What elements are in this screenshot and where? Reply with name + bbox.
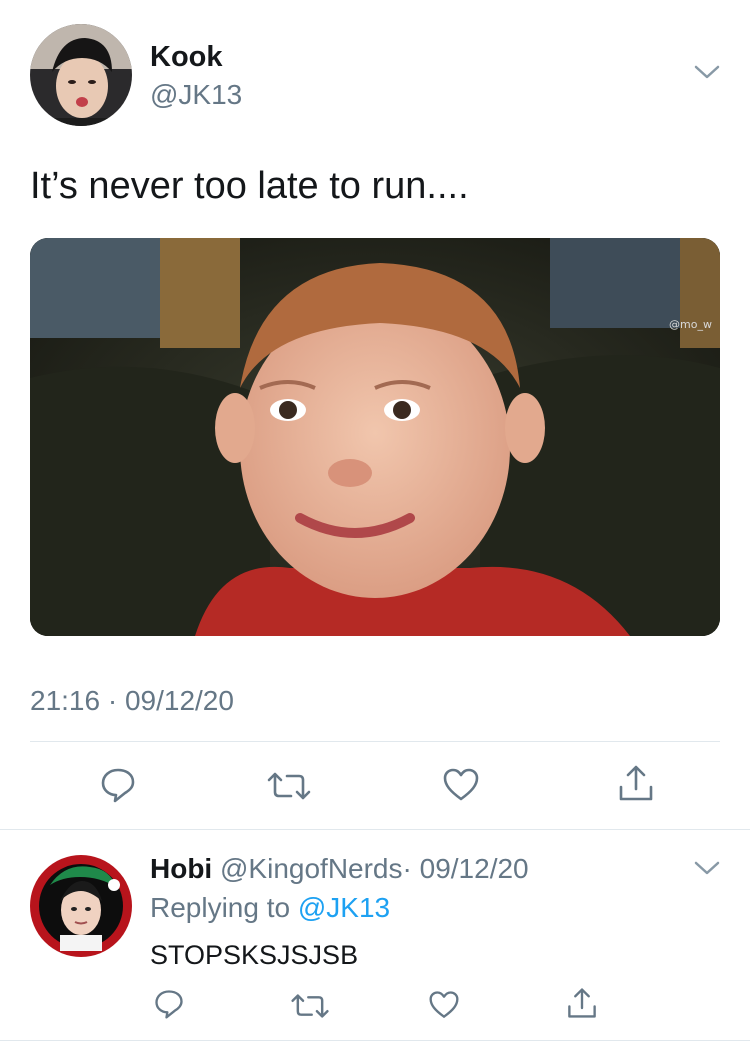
chevron-down-icon[interactable] — [694, 64, 720, 80]
heart-icon[interactable] — [442, 767, 480, 803]
reply-author-name[interactable]: Hobi — [150, 853, 212, 884]
divider — [30, 741, 720, 742]
reply-icon[interactable] — [99, 767, 137, 803]
reply-header: Hobi @KingofNerds· 09/12/20 — [150, 852, 529, 886]
section-divider — [0, 829, 750, 830]
reply-text: STOPSKSJSJSB — [150, 940, 359, 970]
replying-to: Replying to @JK13 — [150, 891, 390, 925]
image-watermark: @mo_w — [669, 318, 712, 331]
author-avatar[interactable] — [30, 24, 132, 126]
tweet-image[interactable]: @mo_w — [30, 238, 720, 636]
retweet-icon[interactable] — [266, 770, 312, 802]
replying-to-label: Replying to — [150, 892, 291, 923]
reply-heart-icon[interactable] — [428, 990, 460, 1020]
reply-author-avatar[interactable] — [30, 855, 132, 957]
reply-chevron-down-icon[interactable] — [694, 860, 720, 876]
replying-to-handle[interactable]: @JK13 — [298, 892, 390, 923]
reply-retweet-icon[interactable] — [290, 992, 330, 1020]
reply-date[interactable]: · 09/12/20 — [403, 853, 529, 884]
reply-share-icon[interactable] — [566, 986, 598, 1020]
tweet-text: It’s never too late to run.... — [30, 165, 469, 207]
share-icon[interactable] — [617, 763, 655, 803]
reply-reply-icon[interactable] — [153, 989, 185, 1019]
tweet-timestamp[interactable]: 21:16 · 09/12/20 — [30, 684, 234, 718]
author-name[interactable]: Kook — [150, 40, 223, 74]
bottom-divider — [0, 1040, 750, 1041]
author-handle[interactable]: @JK13 — [150, 78, 242, 112]
reply-author-handle[interactable]: @KingofNerds — [220, 853, 403, 884]
